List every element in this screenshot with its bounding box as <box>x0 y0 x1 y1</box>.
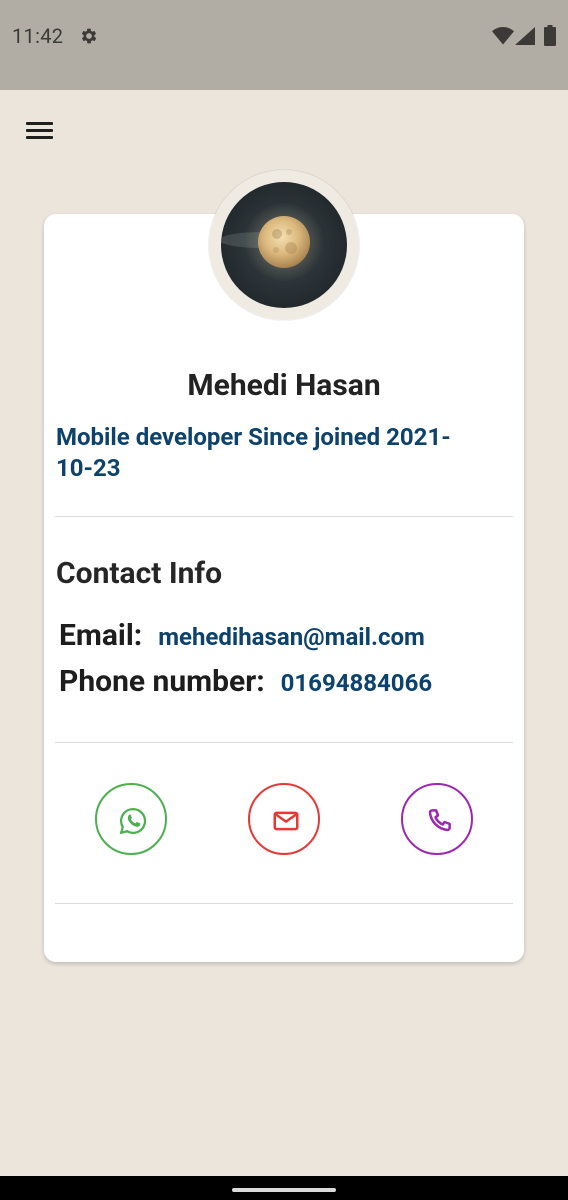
menu-icon-bar <box>26 136 53 139</box>
divider <box>55 742 513 743</box>
phone-row: Phone number: 01694884066 <box>59 664 432 704</box>
mail-icon <box>273 811 299 831</box>
battery-icon <box>544 25 556 46</box>
email-row: Email: mehedihasan@mail.com <box>59 618 425 658</box>
whatsapp-button[interactable] <box>95 783 167 855</box>
phone-label: Phone number: <box>59 664 265 699</box>
home-gesture-handle[interactable] <box>232 1188 336 1192</box>
status-bar: 11:42 <box>0 0 568 90</box>
email-button[interactable] <box>248 783 320 855</box>
signal-icon <box>515 27 535 45</box>
contact-info-title: Contact Info <box>56 556 223 591</box>
menu-button[interactable] <box>22 116 58 146</box>
divider <box>55 903 513 904</box>
wifi-icon <box>492 27 514 45</box>
phone-icon <box>428 809 451 832</box>
status-time: 11:42 <box>12 24 64 48</box>
menu-icon-bar <box>26 122 53 125</box>
moon-photo <box>221 202 324 282</box>
email-label: Email: <box>59 618 143 653</box>
avatar[interactable] <box>221 182 347 308</box>
gear-icon <box>81 28 97 44</box>
divider <box>55 516 513 517</box>
phone-button[interactable] <box>401 783 473 855</box>
email-value[interactable]: mehedihasan@mail.com <box>158 623 425 651</box>
navigation-bar <box>0 1176 568 1200</box>
menu-icon-bar <box>26 129 53 132</box>
profile-name: Mehedi Hasan <box>187 368 381 403</box>
phone-value[interactable]: 01694884066 <box>281 669 432 697</box>
whatsapp-icon <box>119 807 147 835</box>
profile-subtitle: Mobile developer Since joined 2021-10-23 <box>56 423 451 482</box>
